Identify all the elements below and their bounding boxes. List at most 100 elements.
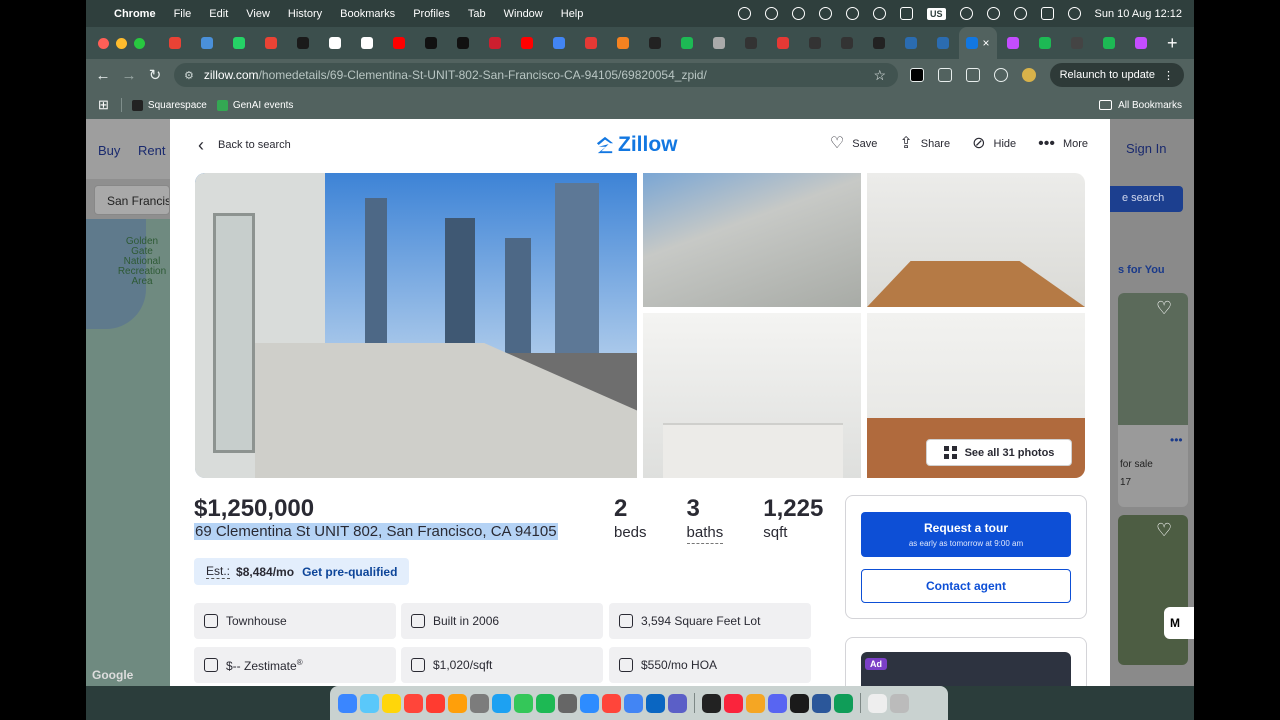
close-tab-icon[interactable]: × — [982, 36, 989, 50]
all-bookmarks-button[interactable]: All Bookmarks — [1099, 100, 1182, 111]
browser-tab[interactable] — [1061, 27, 1093, 59]
download-icon[interactable] — [993, 68, 1008, 82]
background-search-input[interactable]: San Francis — [94, 185, 170, 215]
nav-rent-link[interactable]: Rent — [138, 143, 165, 158]
menubar-clock[interactable]: Sun 10 Aug 12:12 — [1095, 8, 1182, 20]
menu-file[interactable]: File — [174, 8, 192, 20]
browser-tab[interactable] — [997, 27, 1029, 59]
dock-app-icon[interactable] — [790, 693, 809, 713]
contact-agent-button[interactable]: Contact agent — [861, 569, 1071, 603]
hide-button[interactable]: ⊘ Hide — [972, 136, 1016, 152]
heart-icon[interactable]: ♡ — [1156, 521, 1176, 539]
listing-card[interactable]: ♡ — [1118, 515, 1188, 665]
dock-app-icon[interactable] — [580, 693, 599, 713]
browser-tab[interactable] — [415, 27, 447, 59]
browser-tab[interactable] — [447, 27, 479, 59]
screen-cast-icon[interactable] — [965, 68, 980, 82]
browser-tab[interactable] — [1125, 27, 1157, 59]
listing-card[interactable]: ♡ ••• for sale 17 — [1118, 293, 1188, 507]
photo-kitchen-island[interactable] — [643, 313, 861, 478]
dock-app-icon[interactable] — [646, 693, 665, 713]
more-button[interactable]: ••• More — [1038, 136, 1088, 152]
vpn-icon[interactable] — [819, 7, 833, 20]
background-map[interactable]: Golden Gate National Recreation Area Goo… — [86, 219, 170, 686]
profile-avatar-icon[interactable] — [1021, 68, 1036, 82]
browser-tab[interactable] — [607, 27, 639, 59]
save-search-button[interactable]: e search — [1110, 186, 1183, 212]
zillow-logo[interactable]: Zillow — [596, 133, 678, 157]
homes-for-you-filter[interactable]: s for You — [1118, 264, 1165, 276]
relaunch-to-update-button[interactable]: Relaunch to update ⋮ — [1049, 63, 1184, 87]
siri-icon[interactable] — [1067, 7, 1081, 20]
menu-app-name[interactable]: Chrome — [114, 8, 156, 20]
dock-app-icon[interactable] — [768, 693, 787, 713]
sign-in-link[interactable]: Sign In — [1126, 141, 1166, 156]
get-pre-qualified-link[interactable]: Get pre-qualified — [302, 565, 397, 579]
record-icon[interactable] — [738, 7, 752, 20]
nav-buy-link[interactable]: Buy — [98, 143, 120, 158]
forward-arrow-icon[interactable]: → — [116, 67, 142, 84]
browser-tab[interactable] — [639, 27, 671, 59]
browser-tab[interactable] — [351, 27, 383, 59]
browser-tab[interactable] — [831, 27, 863, 59]
menu-window[interactable]: Window — [504, 8, 543, 20]
dock-app-icon[interactable] — [890, 693, 909, 713]
request-tour-button[interactable]: Request a tour as early as tomorrow at 9… — [861, 512, 1071, 557]
ad-card[interactable]: Ad — [845, 637, 1087, 686]
dock-app-icon[interactable] — [426, 693, 445, 713]
baths-fact[interactable]: 3 baths — [686, 495, 724, 544]
medium-extension-icon[interactable] — [909, 68, 924, 82]
browser-tab[interactable] — [1029, 27, 1061, 59]
browser-tab[interactable] — [575, 27, 607, 59]
input-source-badge[interactable]: US — [927, 7, 946, 20]
menu-history[interactable]: History — [288, 8, 322, 20]
dock-app-icon[interactable] — [448, 693, 467, 713]
dock-app-icon[interactable] — [812, 693, 831, 713]
dock-app-icon[interactable] — [624, 693, 643, 713]
save-button[interactable]: ♡ Save — [830, 136, 877, 152]
menu-edit[interactable]: Edit — [209, 8, 228, 20]
bookmark-star-icon[interactable]: ☆ — [873, 67, 886, 84]
apps-grid-icon[interactable]: ⊞ — [98, 97, 109, 113]
dock-app-icon[interactable] — [338, 693, 357, 713]
estimate-label[interactable]: Est.: — [206, 564, 231, 579]
play-icon[interactable] — [873, 7, 887, 20]
browser-tab[interactable] — [671, 27, 703, 59]
address-bar[interactable]: ⚙ zillow.com/homedetails/69-Clementina-S… — [174, 63, 898, 87]
dock-app-icon[interactable] — [404, 693, 423, 713]
battery-icon[interactable] — [900, 7, 914, 20]
browser-tab[interactable] — [191, 27, 223, 59]
browser-tab[interactable] — [767, 27, 799, 59]
dock-app-icon[interactable] — [702, 693, 721, 713]
share-button[interactable]: ⇪ Share — [899, 136, 950, 152]
dock-app-icon[interactable] — [746, 693, 765, 713]
dock-app-icon[interactable] — [558, 693, 577, 713]
menu-tab[interactable]: Tab — [468, 8, 486, 20]
browser-tab[interactable] — [735, 27, 767, 59]
dock-app-icon[interactable] — [514, 693, 533, 713]
dock-app-icon[interactable] — [360, 693, 379, 713]
more-options-icon[interactable]: ••• — [1170, 433, 1183, 447]
dock-app-icon[interactable] — [536, 693, 555, 713]
browser-tab[interactable] — [159, 27, 191, 59]
browser-tab[interactable] — [895, 27, 927, 59]
browser-tab-active[interactable]: × — [959, 27, 997, 59]
menu-profiles[interactable]: Profiles — [413, 8, 450, 20]
dock-app-icon[interactable] — [382, 693, 401, 713]
dock-app-icon[interactable] — [868, 693, 887, 713]
dock-app-icon[interactable] — [724, 693, 743, 713]
headphones-icon[interactable] — [792, 7, 806, 20]
reload-icon[interactable]: ↻ — [142, 66, 168, 84]
back-arrow-icon[interactable]: ← — [90, 67, 116, 84]
photo-balcony-view[interactable] — [195, 173, 637, 478]
control-center-icon[interactable] — [1040, 7, 1054, 20]
browser-tab[interactable] — [543, 27, 575, 59]
cat-icon[interactable] — [846, 7, 860, 20]
browser-tab[interactable] — [927, 27, 959, 59]
bookmark-genai-events[interactable]: GenAI events — [216, 99, 293, 111]
dock-app-icon[interactable] — [492, 693, 511, 713]
extensions-puzzle-icon[interactable] — [937, 68, 952, 82]
browser-tab[interactable] — [799, 27, 831, 59]
see-all-photos-button[interactable]: See all 31 photos — [926, 439, 1072, 466]
heart-icon[interactable]: ♡ — [1156, 299, 1176, 317]
